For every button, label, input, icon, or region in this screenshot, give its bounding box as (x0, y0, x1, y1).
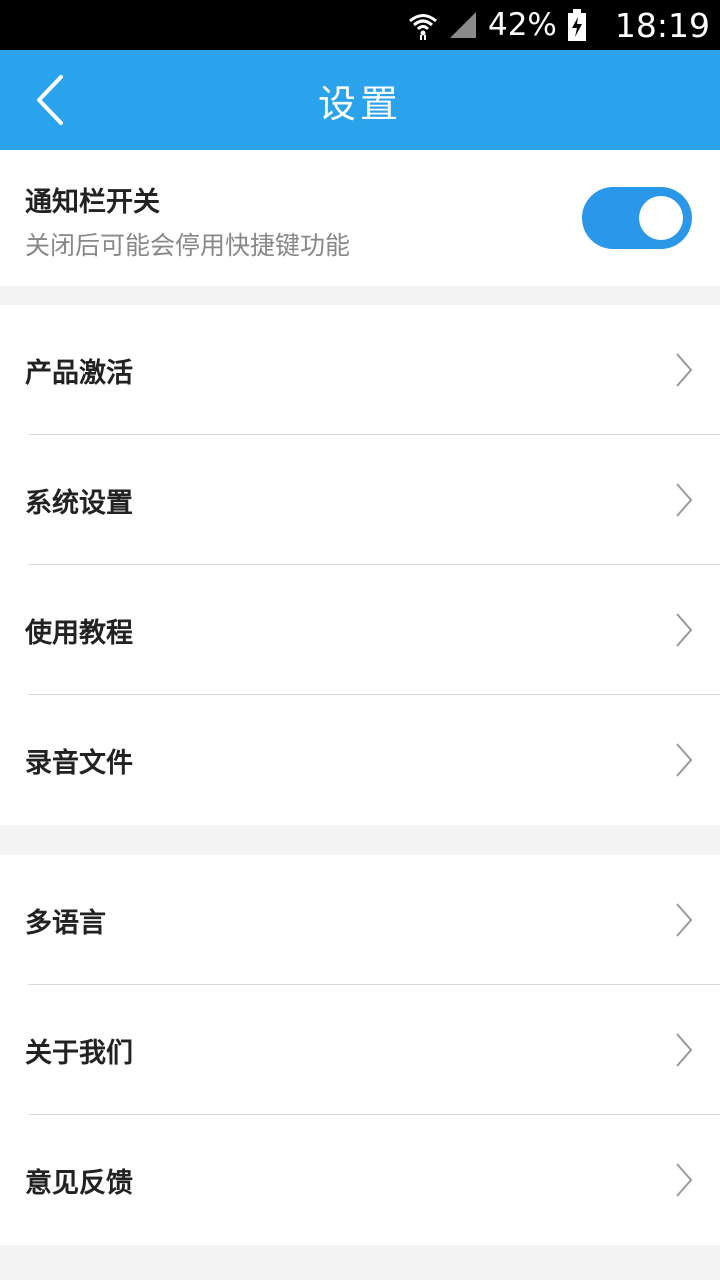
signal-icon (448, 10, 478, 40)
chevron-right-icon (676, 903, 693, 937)
chevron-right-icon (676, 483, 693, 517)
notification-toggle-switch[interactable] (582, 187, 692, 249)
app-bar: 设置 (0, 50, 720, 150)
wifi-icon (408, 10, 438, 40)
settings-group-2: 多语言 关于我们 意见反馈 (0, 855, 720, 1245)
list-item-feedback[interactable]: 意见反馈 (0, 1115, 720, 1245)
list-item-label: 使用教程 (25, 617, 133, 649)
list-item-about-us[interactable]: 关于我们 (0, 985, 720, 1115)
chevron-right-icon (676, 743, 693, 777)
list-item-language[interactable]: 多语言 (0, 855, 720, 985)
chevron-right-icon (676, 613, 693, 647)
status-bar: 42% 18:19 (0, 0, 720, 50)
list-item-system-settings[interactable]: 系统设置 (0, 435, 720, 565)
notification-toggle-row: 通知栏开关 关闭后可能会停用快捷键功能 (0, 150, 720, 286)
battery-percent: 42% (487, 7, 557, 43)
chevron-right-icon (676, 1163, 693, 1197)
list-item-label: 意见反馈 (25, 1167, 133, 1199)
notification-toggle-title: 通知栏开关 (25, 187, 160, 218)
chevron-left-icon (37, 75, 63, 125)
clock: 18:19 (614, 5, 710, 45)
notification-toggle-subtitle: 关闭后可能会停用快捷键功能 (25, 231, 351, 260)
battery-charging-icon (567, 9, 587, 41)
list-item-recordings[interactable]: 录音文件 (0, 695, 720, 825)
list-item-label: 产品激活 (25, 357, 133, 389)
list-item-label: 系统设置 (25, 487, 133, 519)
page-title: 设置 (317, 81, 402, 126)
list-item-label: 关于我们 (25, 1037, 133, 1069)
list-item-label: 录音文件 (25, 747, 133, 779)
settings-group-1: 产品激活 系统设置 使用教程 录音文件 (0, 305, 720, 825)
list-item-label: 多语言 (25, 907, 106, 939)
chevron-right-icon (676, 353, 693, 387)
list-item-product-activation[interactable]: 产品激活 (0, 305, 720, 435)
toggle-knob (639, 196, 683, 240)
list-item-tutorial[interactable]: 使用教程 (0, 565, 720, 695)
chevron-right-icon (676, 1033, 693, 1067)
back-button[interactable] (22, 72, 78, 128)
